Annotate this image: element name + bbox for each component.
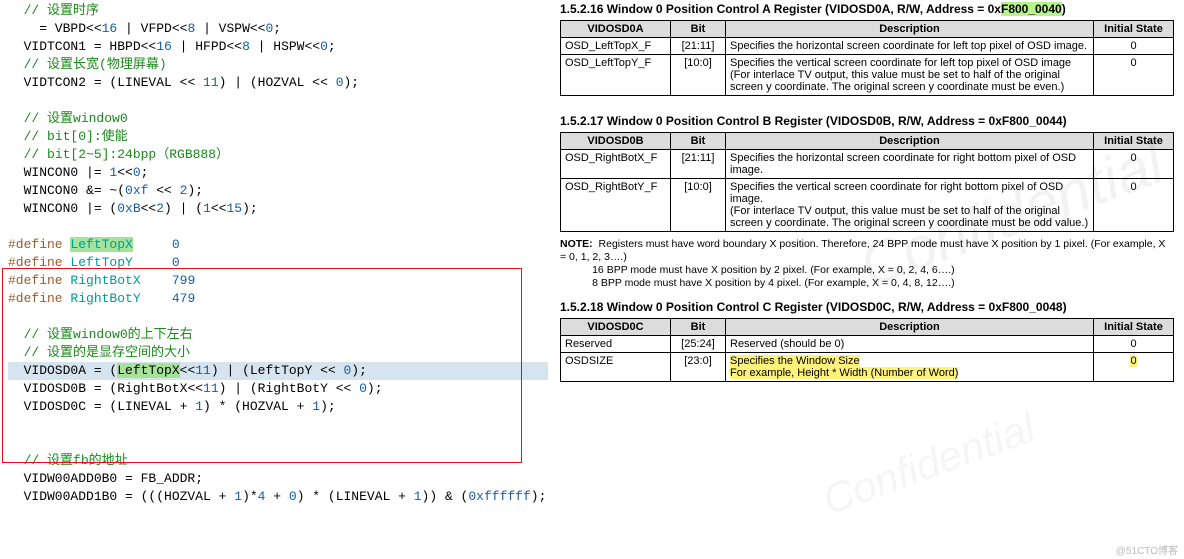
comment: // 设置时序	[24, 3, 99, 18]
code-line: VIDW00ADD0B0 = FB_ADDR;	[8, 470, 555, 488]
th: Bit	[671, 21, 726, 38]
define-line: #define RightBotX 799	[8, 272, 555, 290]
source-watermark: @51CTO博客	[1116, 542, 1178, 557]
define-line: #define LeftTopY 0	[8, 254, 555, 272]
code-line: VIDTCON2 = (LINEVAL << 11) | (HOZVAL << …	[8, 74, 555, 92]
highlight-address: F800_0040	[1001, 2, 1062, 16]
code-panel: // 设置时序 = VBPD<<16 | VFPD<<8 | VSPW<<0; …	[0, 0, 555, 559]
watermark: Confidential	[817, 404, 1042, 525]
comment: // 设置长宽(物理屏幕)	[24, 57, 167, 72]
table-row: OSD_RightBotX_F[21:11]Specifies the hori…	[561, 150, 1174, 179]
table-row: OSD_RightBotY_F[10:0]Specifies the verti…	[561, 179, 1174, 232]
define-line: #define RightBotY 479	[8, 290, 555, 308]
highlight-text: Specifies the Window Size	[730, 355, 860, 367]
code-line: VIDTCON1 = HBPD<<16 | HFPD<<8 | HSPW<<0;	[8, 38, 555, 56]
highlight-text: For example, Height * Width (Number of W…	[730, 367, 958, 379]
code-line: VIDOSD0B = (RightBotX<<11) | (RightBotY …	[8, 380, 555, 398]
th: Description	[726, 21, 1094, 38]
code-line: // 设置fb的地址	[8, 452, 555, 470]
code-line: WINCON0 |= (0xB<<2) | (1<<15);	[8, 200, 555, 218]
code-line: // bit[0]:使能	[8, 128, 555, 146]
code-line: WINCON0 &= ~(0xf << 2);	[8, 182, 555, 200]
table-row: OSDSIZE[23:0]Specifies the Window SizeFo…	[561, 353, 1174, 382]
code-line: // 设置window0的上下左右	[8, 326, 555, 344]
code-line: WINCON0 |= 1<<0;	[8, 164, 555, 182]
code-line: = VBPD<<16 | VFPD<<8 | VSPW<<0;	[8, 20, 555, 38]
section-title: 1.5.2.17 Window 0 Position Control B Reg…	[560, 114, 1174, 128]
highlight-define: LeftTopX	[70, 237, 132, 252]
section-title: 1.5.2.16 Window 0 Position Control A Reg…	[560, 2, 1174, 16]
th: VIDOSD0A	[561, 21, 671, 38]
table-row: Reserved[25:24]Reserved (should be 0)0	[561, 336, 1174, 353]
highlight-ident: LeftTopX	[117, 363, 179, 378]
th: Initial State	[1094, 21, 1174, 38]
code-line: // 设置window0	[8, 110, 555, 128]
code-line: // 设置的是显存空间的大小	[8, 344, 555, 362]
datasheet-panel: 1.5.2.16 Window 0 Position Control A Reg…	[560, 0, 1180, 559]
code-line: // 设置时序	[8, 2, 555, 20]
code-line-highlighted: VIDOSD0A = (LeftTopX<<11) | (LeftTopY <<…	[8, 362, 548, 380]
register-table-b: VIDOSD0BBitDescriptionInitial State OSD_…	[560, 132, 1174, 232]
define-line: #define LeftTopX 0	[8, 236, 555, 254]
section-title: 1.5.2.18 Window 0 Position Control C Reg…	[560, 300, 1174, 314]
register-table-a: VIDOSD0ABitDescriptionInitial State OSD_…	[560, 20, 1174, 96]
table-row: OSD_LeftTopY_F[10:0]Specifies the vertic…	[561, 55, 1174, 96]
code-line: VIDW00ADD1B0 = (((HOZVAL + 1)*4 + 0) * (…	[8, 488, 555, 506]
register-table-c: VIDOSD0CBitDescriptionInitial State Rese…	[560, 318, 1174, 382]
code-line: // 设置长宽(物理屏幕)	[8, 56, 555, 74]
table-row: OSD_LeftTopX_F[21:11]Specifies the horiz…	[561, 38, 1174, 55]
note-block: NOTE: Registers must have word boundary …	[560, 238, 1174, 290]
code-line: // bit[2~5]:24bpp（RGB888）	[8, 146, 555, 164]
code-line: VIDOSD0C = (LINEVAL + 1) * (HOZVAL + 1);	[8, 398, 555, 416]
